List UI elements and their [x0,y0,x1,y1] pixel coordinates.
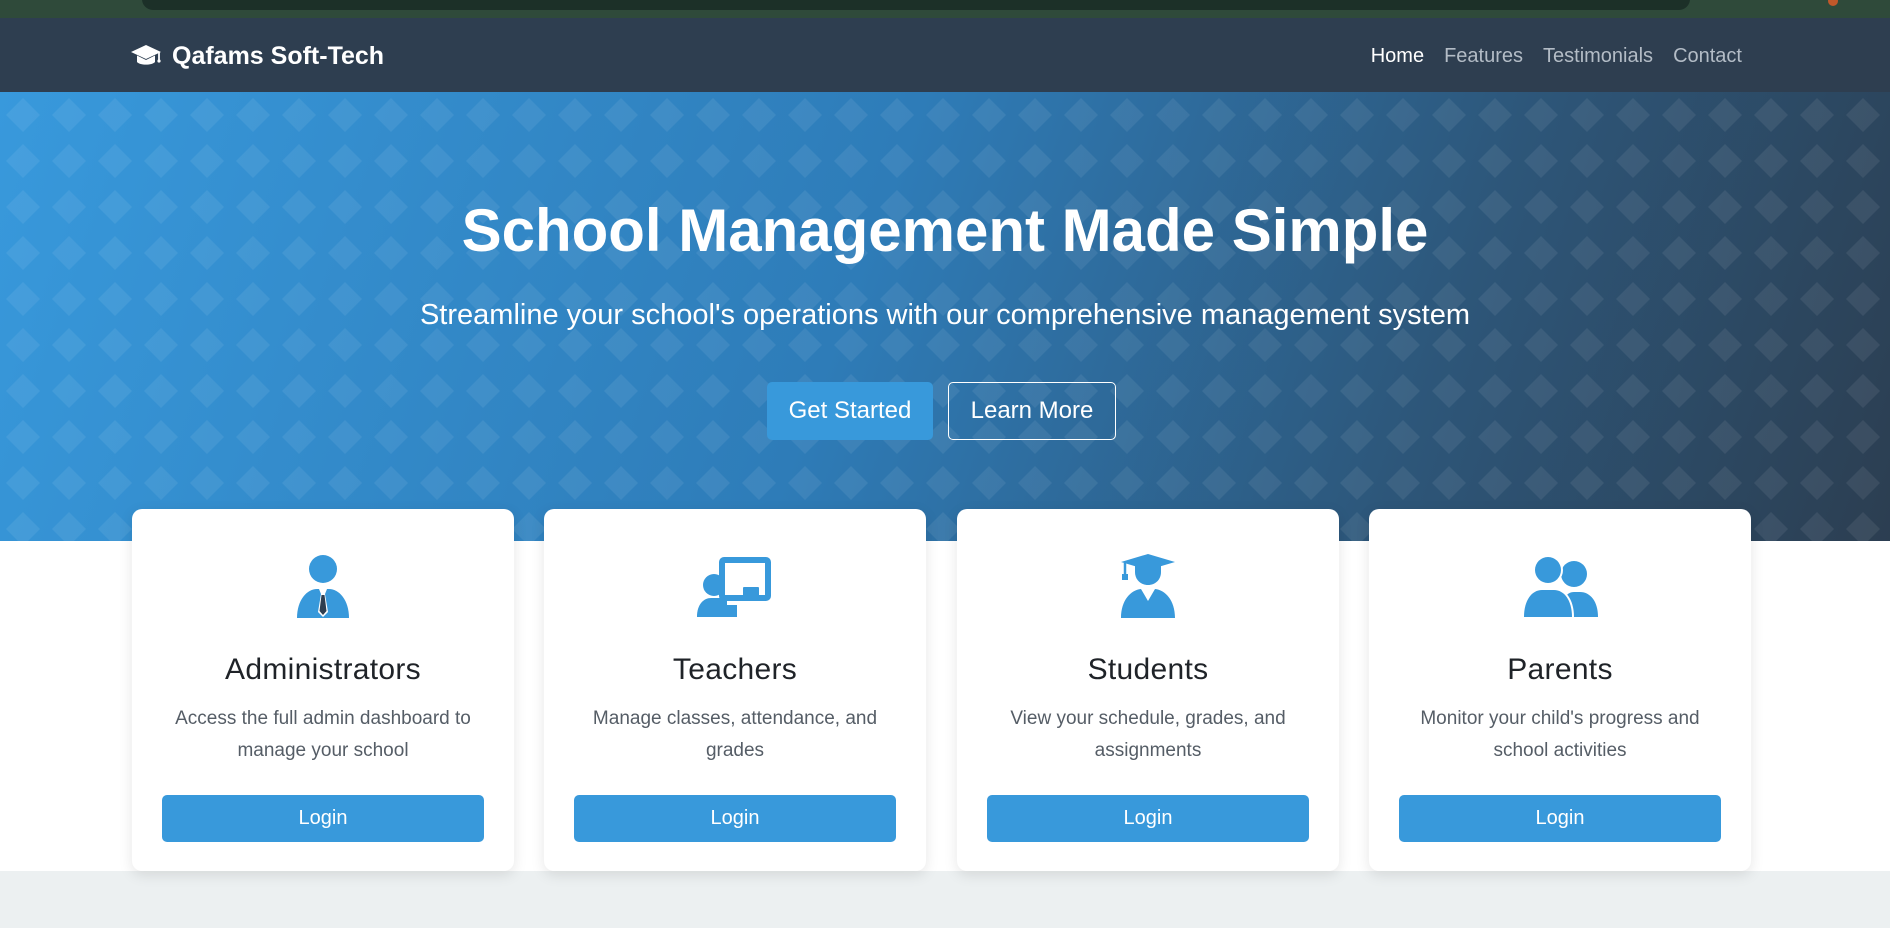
admin-login-button[interactable]: Login [162,795,484,842]
user-graduate-icon [1119,553,1177,623]
hero-subtitle: Streamline your school's operations with… [419,299,1471,331]
learn-more-button[interactable]: Learn More [948,382,1116,440]
hero-title: School Management Made Simple [461,197,1429,264]
role-title: Teachers [672,653,798,686]
nav-link-home[interactable]: Home [1371,45,1424,68]
nav-link-contact[interactable]: Contact [1673,45,1742,68]
parent-login-button[interactable]: Login [1399,795,1721,842]
brand-name: Qafams Soft-Tech [172,41,385,70]
role-card-teachers: Teachers Manage classes, attendance, and… [544,509,926,871]
hero-section: School Management Made Simple Streamline… [0,92,1890,541]
role-card-administrators: Administrators Access the full admin das… [132,509,514,871]
chalkboard-teacher-icon [697,555,773,622]
role-title: Parents [1507,653,1613,686]
nav-link-features[interactable]: Features [1444,45,1523,68]
role-title: Administrators [225,653,421,686]
graduation-cap-icon [130,43,162,69]
navbar: Qafams Soft-Tech Home Features Testimoni… [0,18,1890,92]
brand-link[interactable]: Qafams Soft-Tech [130,36,384,76]
get-started-button[interactable]: Get Started [767,382,933,440]
student-login-button[interactable]: Login [987,795,1309,842]
role-description: Manage classes, attendance, and grades [592,708,878,761]
teacher-login-button[interactable]: Login [574,795,896,842]
role-description: View your schedule, grades, and assignme… [1010,708,1286,761]
role-description: Monitor your child's progress and school… [1420,708,1700,761]
role-title: Students [1087,653,1209,686]
role-description: Access the full admin dashboard to manag… [175,708,471,761]
nav-link-testimonials[interactable]: Testimonials [1543,45,1653,68]
browser-indicator-icon [1828,0,1838,6]
role-card-parents: Parents Monitor your child's progress an… [1369,509,1751,871]
user-tie-icon [295,554,351,623]
users-icon [1522,554,1598,622]
role-card-students: Students View your schedule, grades, and… [957,509,1339,871]
nav-links: Home Features Testimonials Contact [1371,36,1742,76]
browser-address-bar[interactable] [142,0,1690,10]
browser-chrome-strip [0,0,1890,19]
